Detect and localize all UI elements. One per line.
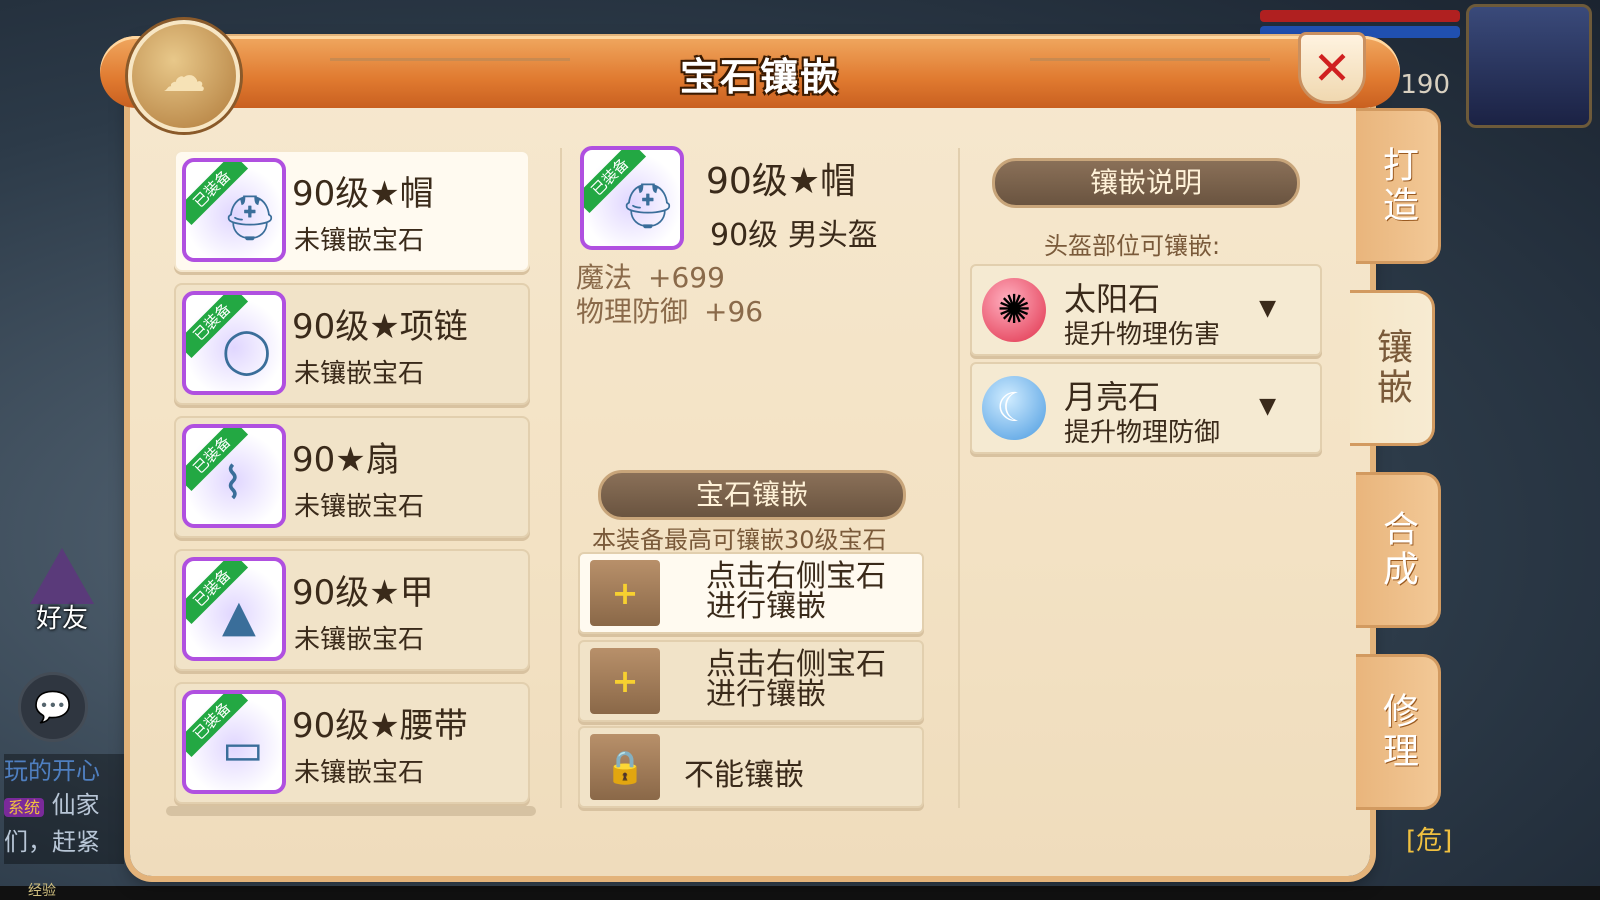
- slot-hint-line: 点击右侧宝石: [706, 647, 886, 682]
- gem-desc: 提升物理防御: [1064, 418, 1221, 448]
- world-label: [危]: [1406, 826, 1453, 856]
- tab-repair[interactable]: 修理: [1356, 654, 1441, 810]
- armor-icon: ▲ 已装备: [182, 557, 286, 661]
- selected-hat-icon: ⛑ 已装备: [580, 146, 684, 250]
- item-icon-frame: ◯ 已装备: [182, 291, 286, 395]
- item-name: 90级★甲: [292, 573, 434, 613]
- tab-combine[interactable]: 合成: [1356, 472, 1441, 628]
- divider: [560, 148, 562, 808]
- slot-hint-line: 进行镶嵌: [706, 589, 826, 624]
- slot-hint: 点击右侧宝石 进行镶嵌: [706, 650, 886, 710]
- item-icon-frame: ⛑ 已装备: [580, 146, 684, 250]
- item-glyph: ⌇: [222, 458, 244, 509]
- item-name: 90级★腰带: [292, 706, 468, 746]
- gem-inlay-note: 本装备最高可镶嵌30级宝石: [592, 526, 887, 554]
- chat-line: 们，赶紧: [4, 828, 100, 856]
- item-name: 90★扇: [292, 440, 400, 480]
- selected-item-name: 90级★帽: [706, 161, 857, 202]
- list-item[interactable]: ⌇ 已装备 90★扇 未镶嵌宝石: [174, 416, 530, 538]
- gem-inlay-banner: 宝石镶嵌: [598, 470, 906, 520]
- player-portrait[interactable]: [1466, 4, 1592, 128]
- sunstone-icon: ✺: [982, 278, 1046, 342]
- item-icon-frame: ▲ 已装备: [182, 557, 286, 661]
- item-glyph: ▲: [222, 591, 256, 642]
- player-level: 190: [1400, 70, 1450, 100]
- gem-slot-1[interactable]: + 点击右侧宝石 进行镶嵌: [578, 552, 924, 634]
- gem-slot-2[interactable]: + 点击右侧宝石 进行镶嵌: [578, 640, 924, 722]
- attr-value: +96: [704, 295, 764, 328]
- inlay-info-subtitle: 头盔部位可镶嵌:: [1044, 232, 1221, 260]
- slot-hint-line: 点击右侧宝石: [706, 559, 886, 594]
- item-icon-frame: ⌇ 已装备: [182, 424, 286, 528]
- necklace-icon: ◯ 已装备: [182, 291, 286, 395]
- belt-icon: ▭ 已装备: [182, 690, 286, 794]
- chat-line: 玩的开心: [4, 757, 100, 785]
- slot-hint: 点击右侧宝石 进行镶嵌: [706, 562, 886, 622]
- chat-log: 玩的开心 系统 仙家 们，赶紧: [4, 754, 124, 864]
- item-glyph: ◯: [222, 325, 272, 376]
- hp-bar: [1260, 10, 1460, 22]
- friends-label: 好友: [36, 604, 89, 634]
- exp-bar: [0, 886, 1600, 900]
- chevron-down-icon[interactable]: ▼: [1259, 296, 1276, 321]
- gem-card-moon[interactable]: ☾ 月亮石 提升物理防御 ▼: [970, 362, 1322, 454]
- gem-slot-3: 🔒 不能镶嵌: [578, 726, 924, 808]
- slot-locked-text: 不能镶嵌: [684, 758, 804, 793]
- gem-card-sun[interactable]: ✺ 太阳石 提升物理伤害 ▼: [970, 264, 1322, 356]
- friend-avatar-icon: [30, 548, 94, 604]
- tab-inlay[interactable]: 镶嵌: [1350, 290, 1435, 446]
- item-glyph: ⛑: [620, 181, 676, 232]
- item-name: 90级★帽: [292, 174, 434, 214]
- item-glyph: ▭: [222, 724, 264, 775]
- dialog-title: 宝石镶嵌: [679, 55, 840, 99]
- lock-icon: 🔒: [590, 734, 660, 800]
- plus-icon[interactable]: +: [590, 648, 660, 714]
- attr-label: 物理防御: [576, 295, 689, 328]
- item-icon-frame: ⛑ 已装备: [182, 158, 286, 262]
- list-item[interactable]: ▲ 已装备 90级★甲 未镶嵌宝石: [174, 549, 530, 671]
- close-button[interactable]: ✕: [1298, 32, 1366, 104]
- chat-text: 仙家: [51, 791, 100, 819]
- slot-hint-line: 进行镶嵌: [706, 677, 826, 712]
- list-item[interactable]: ▭ 已装备 90级★腰带 未镶嵌宝石: [174, 682, 530, 804]
- friends-button[interactable]: 好友: [18, 548, 106, 636]
- chat-tag: 系统: [4, 798, 45, 817]
- fan-icon: ⌇ 已装备: [182, 424, 286, 528]
- cloud-emblem-icon: ☁: [128, 20, 240, 132]
- item-icon-frame: ▭ 已装备: [182, 690, 286, 794]
- equipment-list[interactable]: ⛑ 已装备 90级★帽 未镶嵌宝石 ◯ 已装备 90级★项链 未镶嵌宝石 ⌇ 已…: [174, 150, 530, 810]
- item-status: 未镶嵌宝石: [294, 359, 425, 389]
- chat-line: 系统 仙家: [4, 788, 124, 825]
- list-scroll-edge: [166, 806, 536, 816]
- moonstone-icon: ☾: [982, 376, 1046, 440]
- gem-desc: 提升物理伤害: [1064, 320, 1221, 350]
- list-item[interactable]: ⛑ 已装备 90级★帽 未镶嵌宝石: [174, 150, 530, 272]
- tab-forge[interactable]: 打造: [1356, 108, 1441, 264]
- item-status: 未镶嵌宝石: [294, 492, 425, 522]
- divider: [958, 148, 960, 808]
- selected-item-type: 90级 男头盔: [710, 218, 878, 253]
- list-item[interactable]: ◯ 已装备 90级★项链 未镶嵌宝石: [174, 283, 530, 405]
- chat-bubble-icon[interactable]: 💬: [18, 672, 88, 742]
- attr-row: 物理防御 +96: [576, 290, 763, 330]
- item-glyph: ⛑: [222, 193, 278, 244]
- inlay-info-banner: 镶嵌说明: [992, 158, 1300, 208]
- hat-icon: ⛑ 已装备: [182, 158, 286, 262]
- item-name: 90级★项链: [292, 307, 468, 347]
- title-ornament-right: [1030, 58, 1270, 61]
- plus-icon[interactable]: +: [590, 560, 660, 626]
- item-status: 未镶嵌宝石: [294, 758, 425, 788]
- title-ornament-left: [330, 58, 570, 61]
- exp-label: 经验: [28, 883, 56, 899]
- chevron-down-icon[interactable]: ▼: [1259, 394, 1276, 419]
- item-status: 未镶嵌宝石: [294, 226, 425, 256]
- item-status: 未镶嵌宝石: [294, 625, 425, 655]
